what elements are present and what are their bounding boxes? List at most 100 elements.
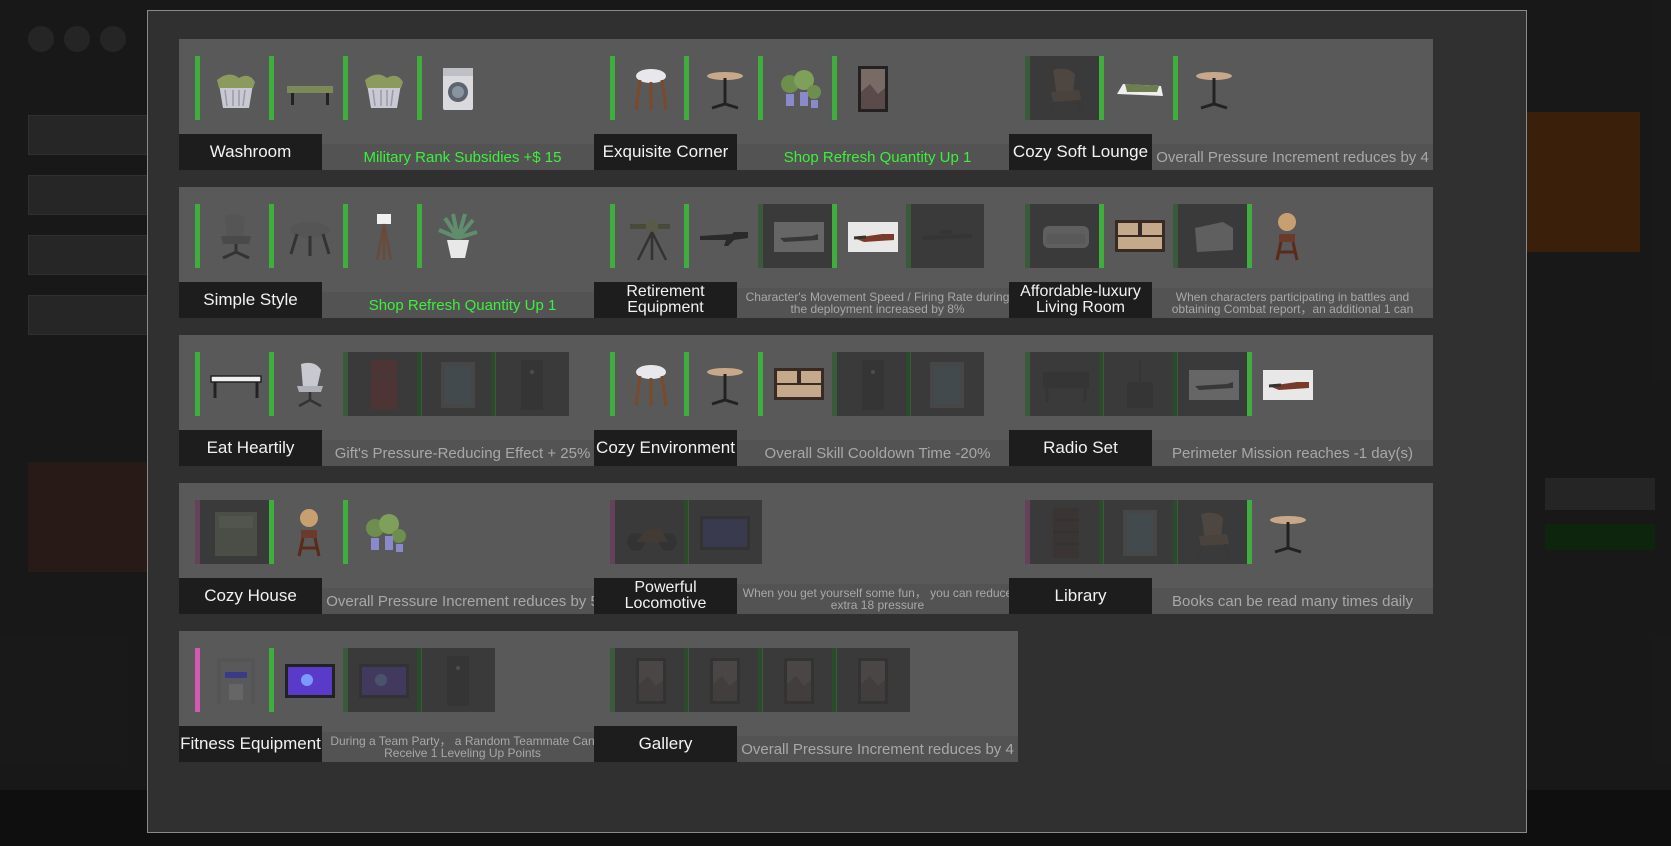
furniture-slot[interactable] bbox=[1025, 500, 1103, 564]
furniture-slot[interactable] bbox=[610, 500, 688, 564]
rarity-bar bbox=[269, 56, 274, 120]
furniture-set-card[interactable]: Eat Heartily Gift's Pressure-Reducing Eff… bbox=[179, 335, 603, 466]
furniture-slot[interactable] bbox=[1247, 352, 1325, 416]
furniture-slot[interactable] bbox=[832, 56, 910, 120]
set-slots bbox=[594, 39, 1018, 134]
furniture-slot[interactable] bbox=[1173, 204, 1251, 268]
rarity-bar bbox=[269, 648, 274, 712]
furniture-slot[interactable] bbox=[343, 352, 421, 416]
rarity-bar bbox=[1247, 204, 1252, 268]
swivel-chair-icon bbox=[283, 358, 337, 412]
rarity-bar bbox=[343, 648, 348, 712]
furniture-slot[interactable] bbox=[684, 56, 762, 120]
furniture-slot[interactable] bbox=[269, 352, 347, 416]
furniture-slot[interactable] bbox=[1247, 500, 1325, 564]
furniture-slot[interactable] bbox=[684, 500, 762, 564]
rarity-bar bbox=[1099, 500, 1104, 564]
furniture-slot[interactable] bbox=[269, 500, 347, 564]
furniture-set-card[interactable]: Fitness Equipment During a Team Party， a … bbox=[179, 631, 603, 762]
furniture-set-card[interactable]: Washroom Military Rank Subsidies +$ 15 bbox=[179, 39, 603, 170]
painting-icon bbox=[846, 654, 900, 708]
furniture-set-card[interactable]: Powerful Locomotive When you get yourself… bbox=[594, 483, 1018, 614]
tv-screen-icon bbox=[357, 654, 411, 708]
furniture-slot[interactable] bbox=[1025, 204, 1103, 268]
furniture-slot[interactable] bbox=[758, 56, 836, 120]
furniture-slot[interactable] bbox=[343, 204, 421, 268]
set-name: Washroom bbox=[179, 134, 322, 170]
rarity-bar bbox=[832, 352, 837, 416]
dresser-icon bbox=[1113, 210, 1167, 264]
furniture-slot[interactable] bbox=[269, 56, 347, 120]
furniture-slot[interactable] bbox=[1173, 500, 1251, 564]
rarity-bar bbox=[269, 500, 274, 564]
furniture-slot[interactable] bbox=[758, 352, 836, 416]
tv-screen-icon bbox=[283, 654, 337, 708]
furniture-slot[interactable] bbox=[1247, 204, 1325, 268]
set-slots bbox=[179, 631, 603, 726]
furniture-slot[interactable] bbox=[832, 204, 910, 268]
furniture-slot[interactable] bbox=[684, 204, 762, 268]
rarity-bar bbox=[195, 204, 200, 268]
furniture-set-card[interactable]: Cozy Environment Overall Skill Cooldown T… bbox=[594, 335, 1018, 466]
furniture-slot[interactable] bbox=[1173, 352, 1251, 416]
furniture-set-card[interactable]: Retirement Equipment Character's Movement… bbox=[594, 187, 1018, 318]
weapon-rack-icon bbox=[846, 210, 900, 264]
furniture-slot[interactable] bbox=[1099, 352, 1177, 416]
rarity-bar bbox=[1099, 56, 1104, 120]
furniture-set-card[interactable]: Simple Style Shop Refresh Quantity Up 1 bbox=[179, 187, 603, 318]
furniture-slot[interactable] bbox=[269, 648, 347, 712]
rarity-bar bbox=[684, 500, 689, 564]
furniture-slot[interactable] bbox=[684, 352, 762, 416]
furniture-slot[interactable] bbox=[832, 352, 910, 416]
furniture-slot[interactable] bbox=[195, 204, 273, 268]
furniture-slot[interactable] bbox=[610, 648, 688, 712]
furniture-slot[interactable] bbox=[610, 204, 688, 268]
furniture-slot[interactable] bbox=[343, 56, 421, 120]
furniture-slot[interactable] bbox=[684, 648, 762, 712]
furniture-set-card[interactable]: Exquisite Corner Shop Refresh Quantity Up… bbox=[594, 39, 1018, 170]
dining-table-icon bbox=[209, 358, 263, 412]
furniture-set-card[interactable]: Gallery Overall Pressure Increment reduce… bbox=[594, 631, 1018, 762]
furniture-slot[interactable] bbox=[906, 352, 984, 416]
furniture-slot[interactable] bbox=[610, 56, 688, 120]
furniture-slot[interactable] bbox=[1099, 500, 1177, 564]
furniture-slot[interactable] bbox=[491, 352, 569, 416]
furniture-slot[interactable] bbox=[906, 204, 984, 268]
armchair-icon bbox=[1187, 506, 1241, 560]
furniture-slot[interactable] bbox=[758, 204, 836, 268]
set-name: Eat Heartily bbox=[179, 430, 322, 466]
furniture-set-card[interactable]: Radio Set Perimeter Mission reaches -1 da… bbox=[1009, 335, 1433, 466]
furniture-slot[interactable] bbox=[1099, 56, 1177, 120]
furniture-slot[interactable] bbox=[417, 56, 495, 120]
furniture-slot[interactable] bbox=[343, 500, 421, 564]
furniture-slot[interactable] bbox=[1025, 56, 1103, 120]
furniture-slot[interactable] bbox=[758, 648, 836, 712]
furniture-slot[interactable] bbox=[832, 648, 910, 712]
furniture-set-card[interactable]: Library Books can be read many times dail… bbox=[1009, 483, 1433, 614]
set-slots bbox=[1009, 483, 1433, 578]
furniture-set-card[interactable]: Affordable-luxury Living Room When charac… bbox=[1009, 187, 1433, 318]
set-effect: Books can be read many times daily bbox=[1152, 588, 1433, 614]
furniture-slot[interactable] bbox=[1173, 56, 1251, 120]
furniture-slot[interactable] bbox=[1099, 204, 1177, 268]
rarity-bar bbox=[906, 352, 911, 416]
furniture-slot[interactable] bbox=[195, 352, 273, 416]
furniture-slot[interactable] bbox=[417, 352, 495, 416]
set-name: Simple Style bbox=[179, 282, 322, 318]
rarity-bar bbox=[610, 352, 615, 416]
rarity-bar bbox=[195, 500, 200, 564]
furniture-slot[interactable] bbox=[417, 204, 495, 268]
furniture-set-panel: Washroom Military Rank Subsidies +$ 15 Exq… bbox=[147, 10, 1527, 833]
mounted-gun-icon bbox=[624, 210, 678, 264]
furniture-slot[interactable] bbox=[195, 648, 273, 712]
furniture-slot[interactable] bbox=[343, 648, 421, 712]
furniture-slot[interactable] bbox=[610, 352, 688, 416]
bookshelf-icon bbox=[1039, 506, 1093, 560]
furniture-slot[interactable] bbox=[269, 204, 347, 268]
furniture-slot[interactable] bbox=[417, 648, 495, 712]
furniture-slot[interactable] bbox=[195, 56, 273, 120]
furniture-set-card[interactable]: Cozy Soft Lounge Overall Pressure Increme… bbox=[1009, 39, 1433, 170]
furniture-set-card[interactable]: Cozy House Overall Pressure Increment red… bbox=[179, 483, 603, 614]
furniture-slot[interactable] bbox=[1025, 352, 1103, 416]
furniture-slot[interactable] bbox=[195, 500, 273, 564]
